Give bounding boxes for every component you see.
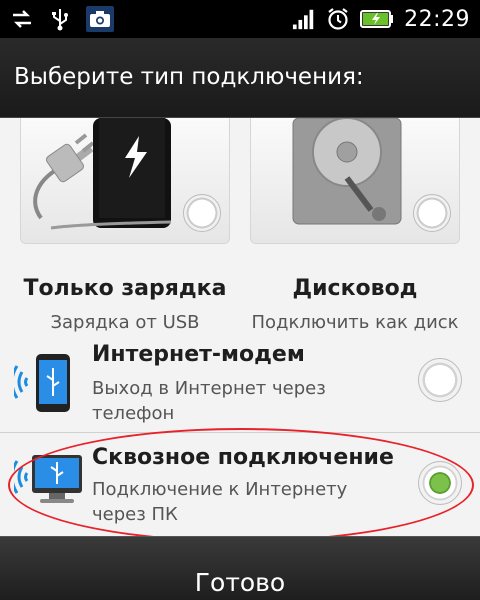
internet-modem-radio[interactable] xyxy=(418,358,462,402)
charge-only-subtitle: Зарядка от USB xyxy=(50,312,200,333)
internet-modem-subtitle: Выход в Интернет через телефон xyxy=(92,378,326,424)
dialog-title: Выберите тип подключения: xyxy=(14,64,364,90)
passthrough-subtitle: Подключение к Интернету через ПК xyxy=(92,479,348,525)
alarm-icon xyxy=(326,7,350,31)
clock-time: 22:29 xyxy=(404,6,470,32)
dialog-footer: Готово xyxy=(0,536,480,600)
charge-only-title: Только зарядка xyxy=(23,276,227,301)
passthrough-radio[interactable] xyxy=(418,461,462,505)
dialog-header: Выберите тип подключения: xyxy=(0,38,480,118)
internet-modem-title: Интернет-модем xyxy=(92,342,305,367)
done-button[interactable]: Готово xyxy=(0,537,480,600)
disk-drive-title: Дисковод xyxy=(292,276,418,301)
connection-type-list: Только зарядка Зарядка от USB Дисковод П… xyxy=(0,118,480,536)
signal-icon xyxy=(292,7,316,31)
camera-icon xyxy=(86,6,114,32)
disk-drive-radio[interactable] xyxy=(413,194,451,232)
battery-charging-icon xyxy=(360,7,394,31)
status-bar-system: 22:29 xyxy=(292,4,470,34)
option-passthrough-row[interactable]: Сквозное подключение Подключение к Интер… xyxy=(0,433,480,536)
phone-wireless-icon xyxy=(14,354,70,412)
option-disk-drive-card[interactable] xyxy=(250,118,460,244)
usb-icon xyxy=(48,7,72,31)
passthrough-title: Сквозное подключение xyxy=(92,445,394,470)
sync-arrows-icon xyxy=(10,7,34,31)
disk-drive-subtitle: Подключить как диск xyxy=(251,312,459,333)
monitor-wireless-icon xyxy=(14,455,82,503)
status-bar: 22:29 xyxy=(0,0,480,38)
status-bar-notifications xyxy=(10,4,114,34)
option-internet-modem-row[interactable]: Интернет-модем Выход в Интернет через те… xyxy=(0,340,480,432)
charge-only-radio[interactable] xyxy=(183,194,221,232)
option-charge-only-card[interactable] xyxy=(20,118,230,244)
